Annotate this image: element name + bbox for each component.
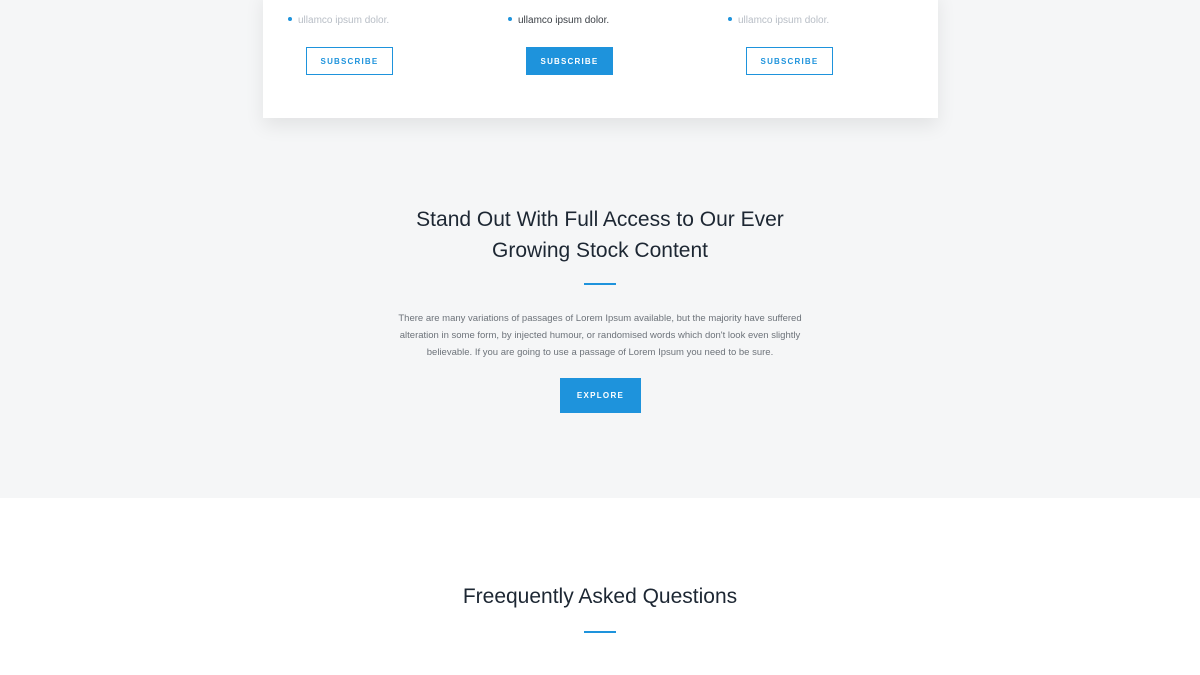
promo-description-line: There are many variations of passages of… [398,313,802,324]
section-divider [584,631,616,633]
plan-feature-item: ullamco ipsum dolor. [508,15,609,26]
subscribe-button[interactable]: SUBSCRIBE [746,47,833,75]
subscribe-button[interactable]: SUBSCRIBE [306,47,393,75]
page: ullamco ipsum dolor. SUBSCRIBE ullamco i… [0,0,1200,675]
plan-feature-item: ullamco ipsum dolor. [288,15,389,26]
promo-description-line: alteration in some form, by injected hum… [399,330,801,341]
section-divider [584,283,616,285]
promo-heading-line: Stand Out With Full Access to Our Ever [416,208,784,231]
promo-description-line: believable. If you are going to use a pa… [426,347,774,358]
bullet-dot-icon [728,17,732,22]
plan-feature-text: ullamco ipsum dolor. [298,15,390,26]
plan-feature-text: ullamco ipsum dolor. [738,15,830,26]
pricing-card: ullamco ipsum dolor. SUBSCRIBE ullamco i… [263,0,938,118]
faq-section: Freequently Asked Questions [0,498,1200,675]
promo-heading: Stand Out With Full Access to Our Ever G… [350,204,850,266]
subscribe-button[interactable]: SUBSCRIBE [526,47,613,75]
promo-heading-line: Growing Stock Content [492,239,708,262]
bullet-dot-icon [288,17,292,22]
faq-heading: Freequently Asked Questions [462,585,738,608]
plan-feature-text: ullamco ipsum dolor. [518,15,610,26]
promo-description: There are many variations of passages of… [380,310,820,361]
explore-button[interactable]: EXPLORE [560,378,641,413]
plan-feature-item: ullamco ipsum dolor. [728,15,829,26]
bullet-dot-icon [508,17,512,22]
